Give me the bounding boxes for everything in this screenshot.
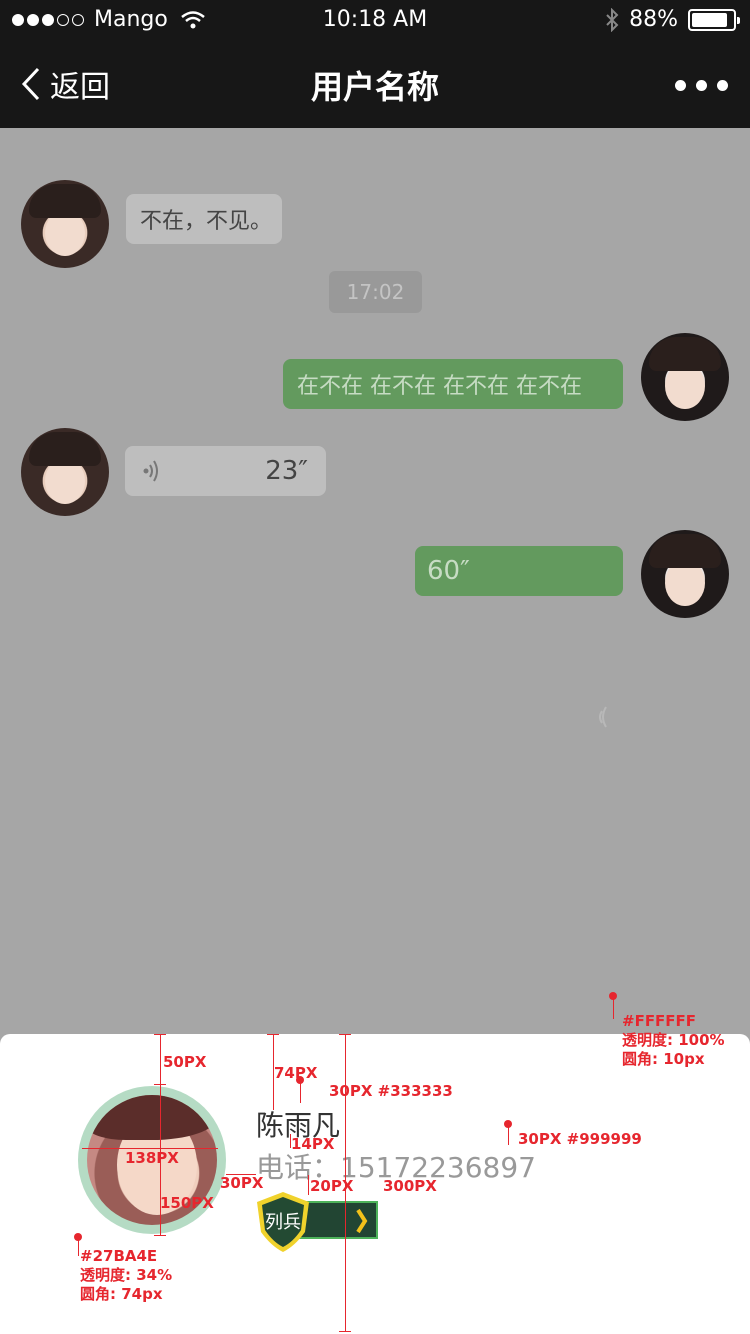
annotation-avatar-gap: 30PX xyxy=(220,1174,264,1192)
my-avatar[interactable] xyxy=(641,530,729,618)
annotation-name-spec: 30PX #333333 xyxy=(329,1082,453,1100)
annotation-ring-spec: #27BA4E 透明度: 34% 圆角: 74px xyxy=(80,1247,173,1303)
bluetooth-icon xyxy=(606,7,619,32)
annotation-card-spec: #FFFFFF 透明度: 100% 圆角: 10px xyxy=(622,1012,725,1068)
more-button[interactable] xyxy=(675,80,728,91)
annotation-line xyxy=(78,1240,79,1256)
message-bubble-incoming[interactable]: 不在，不见。 xyxy=(126,194,282,244)
more-dot-icon xyxy=(696,80,707,91)
message-text: 不在，不见。 xyxy=(140,209,273,234)
top-bar: Mango 10:18 AM 88% 返回 用户名称 xyxy=(0,0,750,128)
contact-avatar[interactable] xyxy=(21,180,109,268)
page-title: 用户名称 xyxy=(310,68,439,106)
annotation-rank-gap: 20PX xyxy=(310,1177,354,1195)
voice-duration: 23″ xyxy=(265,456,308,486)
status-bar: Mango 10:18 AM 88% xyxy=(0,0,750,40)
message-bubble-outgoing[interactable]: 在不在 在不在 在不在 在不在 xyxy=(283,359,623,409)
nav-bar: 返回 用户名称 xyxy=(0,40,750,128)
more-dot-icon xyxy=(717,80,728,91)
annotation-line-gap: 14PX xyxy=(291,1135,335,1153)
voice-playing-icon xyxy=(599,706,607,728)
annotation-tick xyxy=(339,1331,351,1332)
battery-percent: 88% xyxy=(629,7,678,32)
annotation-line xyxy=(300,1083,301,1103)
annotation-ring-size: 150PX xyxy=(160,1194,214,1212)
voice-message-incoming[interactable]: 23″ xyxy=(125,446,326,496)
voice-wave-icon xyxy=(143,460,158,482)
annotation-top-gap: 50PX xyxy=(163,1053,207,1071)
voice-duration: 60″ xyxy=(427,556,470,586)
annotation-photo-size: 138PX xyxy=(125,1149,179,1167)
annotation-line xyxy=(613,999,614,1019)
contact-avatar[interactable] xyxy=(21,428,109,516)
more-dot-icon xyxy=(675,80,686,91)
annotation-tick xyxy=(154,1235,166,1236)
annotation-line xyxy=(508,1127,509,1145)
annotation-rank-width: 300PX xyxy=(383,1177,437,1195)
annotation-tick xyxy=(267,1034,279,1035)
my-avatar[interactable] xyxy=(641,333,729,421)
annotation-tick xyxy=(339,1034,351,1035)
chat-timestamp: 17:02 xyxy=(329,271,422,313)
chevron-right-icon xyxy=(356,1208,368,1234)
annotation-tick xyxy=(154,1084,166,1085)
rank-label: 列兵 xyxy=(265,1212,301,1233)
message-text: 在不在 在不在 在不在 在不在 xyxy=(297,374,582,399)
annotation-tick xyxy=(154,1034,166,1035)
battery-icon xyxy=(688,8,740,31)
voice-message-outgoing[interactable]: 60″ xyxy=(415,546,623,596)
annotation-phone-spec: 30PX #999999 xyxy=(518,1130,642,1148)
annotation-line xyxy=(308,1175,309,1195)
